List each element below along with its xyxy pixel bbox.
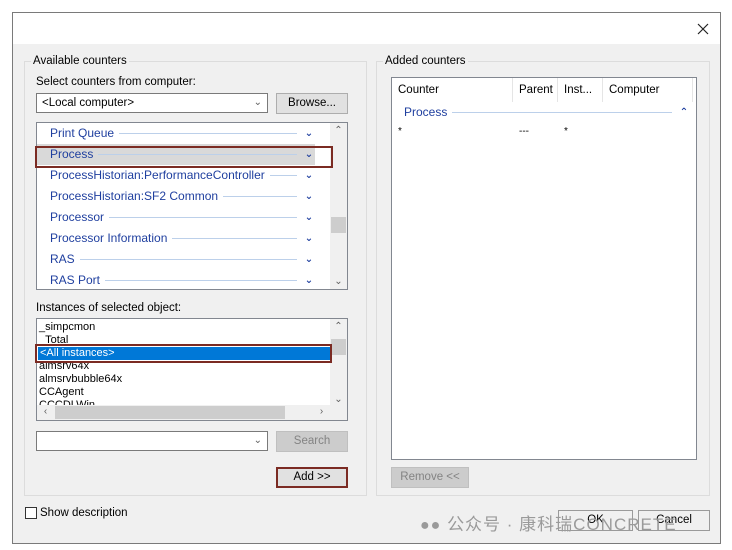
scroll-right-icon[interactable]: › [313,406,330,417]
instances-vscrollbar[interactable]: ⌃ ⌄ [330,319,347,405]
object-name: Print Queue [50,126,115,140]
close-icon [697,23,709,35]
show-description-label[interactable]: Show description [40,506,128,520]
chevron-down-icon[interactable]: ⌄ [303,123,315,144]
add-button[interactable]: Add >> [276,467,348,488]
object-list-item[interactable]: Print Queue ⌄ [37,123,315,144]
search-combobox[interactable]: ⌄ [36,431,268,451]
chevron-down-icon[interactable]: ⌄ [303,165,315,186]
title-bar [13,13,720,44]
instance-list-item[interactable]: <All instances> [38,347,330,360]
available-counters-label: Available counters [31,54,129,68]
instances-label: Instances of selected object: [36,302,182,314]
add-counters-dialog: Available counters Select counters from … [12,12,721,544]
chevron-down-icon[interactable]: ⌄ [303,228,315,249]
scroll-up-icon[interactable]: ⌃ [330,321,347,332]
added-counters-list[interactable]: Counter Parent Inst... Computer Process … [391,77,697,460]
instance-list-item[interactable]: almsrvbubble64x [39,373,122,386]
chevron-down-icon[interactable]: ⌄ [303,249,315,270]
instances-vscroll-thumb[interactable] [331,339,346,355]
object-name: RAS Port [50,273,101,287]
close-button[interactable] [692,18,714,40]
group-divider [452,112,672,113]
object-list-item[interactable]: ProcessHistorian:PerformanceController ⌄ [37,165,315,186]
remove-button[interactable]: Remove << [391,467,469,488]
scroll-down-icon[interactable]: ⌄ [330,394,347,405]
instances-hscrollbar[interactable]: ‹ › [37,405,347,420]
cell-parent: --- [519,126,529,137]
object-divider [98,154,297,155]
scroll-down-icon[interactable]: ⌄ [330,276,347,287]
cell-instance: * [564,126,568,137]
performance-object-list[interactable]: Print Queue ⌄ Process ⌄ ProcessHistorian:Per… [36,122,348,290]
computer-value: <Local computer> [42,97,135,109]
instances-hscroll-thumb[interactable] [55,406,285,419]
cell-counter: * [398,126,402,137]
chevron-down-icon: ⌄ [253,435,262,446]
object-list-scrollbar[interactable]: ⌃ ⌄ [330,123,347,289]
chevron-down-icon[interactable]: ⌄ [303,186,315,207]
added-counters-label: Added counters [383,54,468,68]
object-list-item[interactable]: Processor Information ⌄ [37,228,315,249]
object-list-item[interactable]: RAS Port ⌄ [37,270,315,289]
watermark: ●● 公众号 · 康科瑞CONCRETE [420,510,677,535]
object-name: Processor Information [50,231,168,245]
instance-list-item[interactable]: CCAgent [39,386,84,399]
column-header-parent[interactable]: Parent [513,78,558,102]
chevron-down-icon[interactable]: ⌄ [303,144,315,165]
object-divider [223,196,297,197]
column-header-counter[interactable]: Counter [392,78,513,102]
computer-combobox[interactable]: <Local computer> ⌄ [36,93,268,113]
object-name: ProcessHistorian:PerformanceController [50,168,265,182]
chevron-down-icon[interactable]: ⌄ [303,207,315,228]
watermark-text: 公众号 · 康科瑞CONCRETE [447,515,677,534]
column-header-instance[interactable]: Inst... [558,78,603,102]
wechat-icon: ●● [420,517,442,534]
chevron-down-icon: ⌄ [253,97,262,108]
instance-list-item[interactable]: almsrv64x [39,360,89,373]
object-divider [79,259,297,260]
column-header-computer[interactable]: Computer [603,78,693,102]
object-divider [105,280,297,281]
object-divider [109,217,297,218]
scroll-up-icon[interactable]: ⌃ [330,125,347,136]
select-computer-label: Select counters from computer: [36,76,196,88]
object-list-item[interactable]: Process ⌄ [37,144,315,165]
object-list-item[interactable]: RAS ⌄ [37,249,315,270]
object-name: RAS [50,252,75,266]
object-name: Process [50,147,94,161]
object-list-scroll-thumb[interactable] [331,217,346,233]
instances-list[interactable]: _simpcmon _Total <All instances> almsrv64x a… [36,318,348,421]
added-group-name: Process [404,105,448,119]
scroll-left-icon[interactable]: ‹ [37,406,54,417]
chevron-down-icon[interactable]: ⌄ [303,270,315,289]
instance-list-item[interactable]: _Total [39,334,68,347]
object-name: Processor [50,210,105,224]
added-counter-row[interactable]: * --- * [392,124,692,139]
object-divider [172,238,297,239]
object-divider [119,133,297,134]
chevron-up-icon[interactable]: ⌃ [678,102,690,123]
object-list-item[interactable]: ProcessHistorian:SF2 Common ⌄ [37,186,315,207]
show-description-checkbox[interactable] [25,507,37,519]
added-group-process[interactable]: Process ⌃ [404,102,690,123]
instance-list-item[interactable]: _simpcmon [39,321,95,334]
object-divider [269,175,297,176]
browse-button[interactable]: Browse... [276,93,348,114]
object-list-item[interactable]: Processor ⌄ [37,207,315,228]
object-name: ProcessHistorian:SF2 Common [50,189,219,203]
search-button[interactable]: Search [276,431,348,452]
